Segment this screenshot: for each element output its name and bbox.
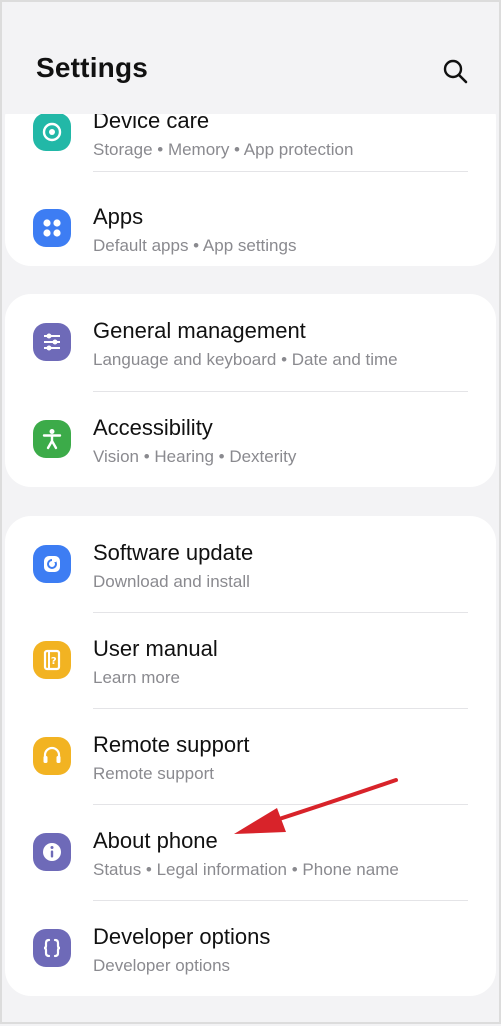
settings-item-label: General management (93, 318, 306, 343)
sliders-icon (33, 323, 71, 361)
settings-item-label: Software update (93, 540, 254, 565)
info-icon (33, 833, 71, 871)
settings-group-2: General management Language and keyboard… (5, 294, 496, 487)
app-header: Settings (2, 2, 499, 114)
page-title: Settings (36, 52, 149, 83)
settings-item-label: Remote support (93, 732, 250, 757)
settings-item-label: About phone (93, 828, 218, 853)
search-button[interactable] (438, 54, 472, 88)
settings-item-subtitle: Storage • Memory • App protection (93, 140, 354, 159)
settings-item-general-management[interactable]: General management Language and keyboard… (5, 294, 496, 390)
settings-item-subtitle: Remote support (93, 764, 214, 783)
settings-item-subtitle: Developer options (93, 956, 231, 975)
settings-item-software-update[interactable]: Software update Download and install (5, 516, 496, 612)
headset-icon (33, 737, 71, 775)
settings-item-subtitle: Download and install (93, 572, 250, 591)
settings-item-label: Apps (93, 204, 144, 229)
svg-text:?: ? (51, 656, 57, 667)
settings-item-label: Developer options (93, 924, 271, 949)
settings-item-about-phone[interactable]: About phone Status • Legal information •… (5, 804, 496, 900)
settings-item-developer-options[interactable]: Developer options Developer options (5, 900, 496, 996)
settings-item-accessibility[interactable]: Accessibility Vision • Hearing • Dexteri… (5, 391, 496, 487)
settings-item-user-manual[interactable]: ? User manual Learn more (5, 612, 496, 708)
settings-group-3: Software update Download and install ? U… (5, 516, 496, 996)
user-manual-icon: ? (33, 641, 71, 679)
settings-item-label: Accessibility (93, 415, 213, 440)
software-update-icon (33, 545, 71, 583)
search-icon (443, 59, 468, 84)
settings-group-1: Device care Storage • Memory • App prote… (5, 92, 496, 266)
settings-item-apps[interactable]: Apps Default apps • App settings (5, 180, 496, 266)
settings-item-subtitle: Default apps • App settings (93, 236, 297, 255)
settings-item-subtitle: Status • Legal information • Phone name (93, 860, 399, 879)
accessibility-icon (33, 420, 71, 458)
settings-item-subtitle: Learn more (93, 668, 180, 687)
apps-icon (33, 209, 71, 247)
device-care-icon (33, 113, 71, 151)
braces-icon (33, 929, 71, 967)
settings-item-remote-support[interactable]: Remote support Remote support (5, 708, 496, 804)
settings-item-subtitle: Vision • Hearing • Dexterity (93, 447, 297, 466)
settings-item-label: User manual (93, 636, 218, 661)
settings-item-subtitle: Language and keyboard • Date and time (93, 350, 398, 369)
divider (93, 171, 468, 172)
